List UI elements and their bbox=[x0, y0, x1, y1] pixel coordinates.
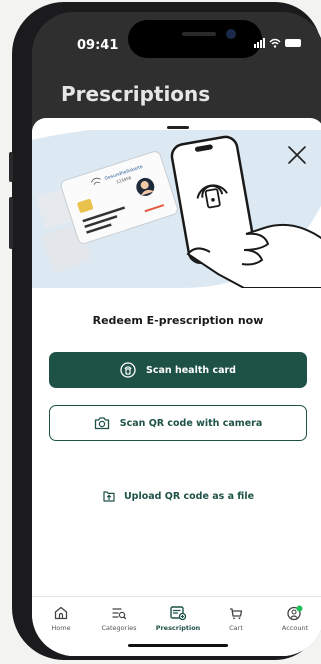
account-icon bbox=[287, 605, 303, 621]
home-icon bbox=[54, 606, 68, 620]
upload-qr-file-label: Upload QR code as a file bbox=[123, 490, 255, 502]
scan-qr-code-button[interactable]: Scan QR code with camera bbox=[49, 405, 307, 441]
tab-prescription-label: Prescription bbox=[155, 624, 201, 632]
tab-account-label: Account bbox=[281, 624, 309, 632]
tab-home[interactable]: Home bbox=[32, 605, 90, 632]
home-indicator bbox=[128, 644, 228, 647]
scan-health-card-label: Scan health card bbox=[146, 364, 236, 376]
categories-icon bbox=[112, 608, 127, 620]
screen: 09:41 Prescriptions Gesundheitskarte 123… bbox=[32, 12, 321, 656]
sheet-heading: Redeem E-prescription now bbox=[92, 314, 264, 327]
scan-health-card-button[interactable]: Scan health card bbox=[49, 352, 307, 388]
tab-account[interactable]: Account bbox=[266, 605, 321, 632]
dynamic-island bbox=[128, 20, 262, 58]
redeem-bottom-sheet: Gesundheitskarte 123456 Redeem E-prescri… bbox=[32, 118, 321, 656]
camera-icon bbox=[94, 417, 109, 430]
close-icon[interactable] bbox=[284, 142, 310, 168]
account-status-badge bbox=[296, 605, 303, 612]
tab-cart-label: Cart bbox=[229, 624, 243, 632]
nfc-card-icon bbox=[120, 362, 136, 378]
status-time: 09:41 bbox=[77, 38, 119, 53]
volume-button bbox=[9, 152, 13, 182]
volume-button bbox=[9, 197, 13, 249]
battery-icon bbox=[285, 39, 301, 47]
status-icons bbox=[254, 38, 301, 48]
upload-qr-file-button[interactable]: Upload QR code as a file bbox=[32, 489, 321, 503]
scan-qr-code-label: Scan QR code with camera bbox=[119, 417, 263, 429]
tab-prescription[interactable]: Prescription bbox=[149, 605, 207, 632]
cart-icon bbox=[230, 608, 243, 620]
prescription-icon bbox=[170, 606, 187, 621]
tab-cart[interactable]: Cart bbox=[207, 605, 265, 632]
page-title: Prescriptions bbox=[61, 82, 211, 106]
tab-categories-label: Categories bbox=[101, 624, 137, 632]
scan-card-illustration: Gesundheitskarte 123456 bbox=[32, 130, 321, 288]
wifi-icon bbox=[269, 38, 281, 48]
signal-icon bbox=[254, 38, 265, 48]
upload-file-icon bbox=[103, 491, 115, 502]
sheet-drag-handle[interactable] bbox=[167, 126, 189, 129]
tab-home-label: Home bbox=[51, 624, 71, 632]
phone-frame: 09:41 Prescriptions Gesundheitskarte 123… bbox=[9, 2, 321, 660]
tab-categories[interactable]: Categories bbox=[90, 605, 148, 632]
bottom-tab-bar: Home Categories Prescription Cart Accoun… bbox=[32, 596, 321, 656]
